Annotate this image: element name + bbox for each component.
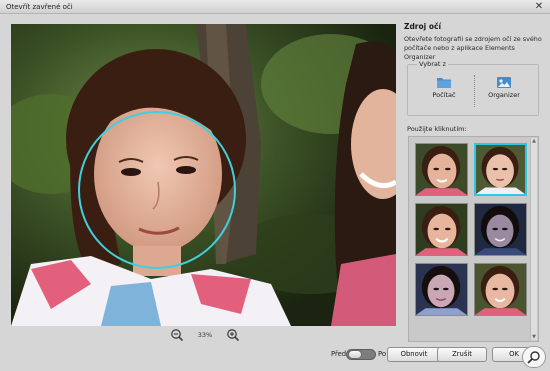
photo-image bbox=[11, 24, 396, 326]
thumbnail-2[interactable] bbox=[474, 143, 527, 196]
eye-source-panel: Zdroj očí Otevřete fotografii se zdrojem… bbox=[404, 14, 550, 344]
photo-canvas[interactable] bbox=[11, 24, 396, 326]
magnifier-icon[interactable] bbox=[522, 346, 546, 368]
thumbnail-4[interactable] bbox=[474, 203, 527, 256]
panel-heading: Zdroj očí bbox=[404, 22, 442, 31]
cancel-button[interactable]: Zrušit bbox=[437, 347, 487, 362]
zoom-out-icon[interactable] bbox=[170, 328, 184, 342]
organizer-photos-icon bbox=[497, 77, 511, 88]
dialog-footer: Před Po Obnovit Zrušit OK bbox=[0, 344, 550, 371]
zoom-level: 33% bbox=[197, 331, 213, 339]
title-bar: Otevřít zavřené oči ✕ bbox=[0, 0, 550, 14]
after-label: Po bbox=[378, 350, 387, 358]
folder-icon bbox=[437, 78, 451, 88]
source-divider bbox=[474, 75, 475, 107]
source-select-group: Vybrat z Počítač Organizer bbox=[407, 60, 539, 116]
thumbnail-5[interactable] bbox=[415, 263, 468, 316]
scroll-up-icon[interactable]: ▲ bbox=[531, 138, 537, 144]
thumbnail-3[interactable] bbox=[415, 203, 468, 256]
thumbnail-grid: ▲ ▼ bbox=[408, 136, 539, 342]
before-label: Před bbox=[331, 350, 347, 358]
before-after-toggle[interactable] bbox=[346, 349, 376, 360]
source-computer-button[interactable]: Počítač bbox=[416, 71, 472, 113]
source-select-legend: Vybrat z bbox=[417, 60, 448, 68]
panel-description: Otevřete fotografii se zdrojem očí ze sv… bbox=[404, 35, 542, 61]
zoom-in-icon[interactable] bbox=[226, 328, 240, 342]
window-title: Otevřít zavřené oči bbox=[6, 3, 73, 11]
thumbnail-6[interactable] bbox=[474, 263, 527, 316]
source-organizer-button[interactable]: Organizer bbox=[476, 71, 532, 113]
thumbnail-1[interactable] bbox=[415, 143, 468, 196]
scroll-down-icon[interactable]: ▼ bbox=[531, 334, 537, 340]
source-organizer-label: Organizer bbox=[488, 91, 520, 99]
thumbnails-label: Použijte kliknutím: bbox=[407, 125, 467, 133]
toggle-knob bbox=[348, 350, 362, 359]
reset-button[interactable]: Obnovit bbox=[387, 347, 441, 362]
zoom-controls: 33% bbox=[170, 328, 250, 342]
thumbnail-scrollbar[interactable]: ▲ ▼ bbox=[530, 138, 537, 340]
close-icon[interactable]: ✕ bbox=[533, 1, 545, 13]
source-computer-label: Počítač bbox=[432, 91, 456, 99]
